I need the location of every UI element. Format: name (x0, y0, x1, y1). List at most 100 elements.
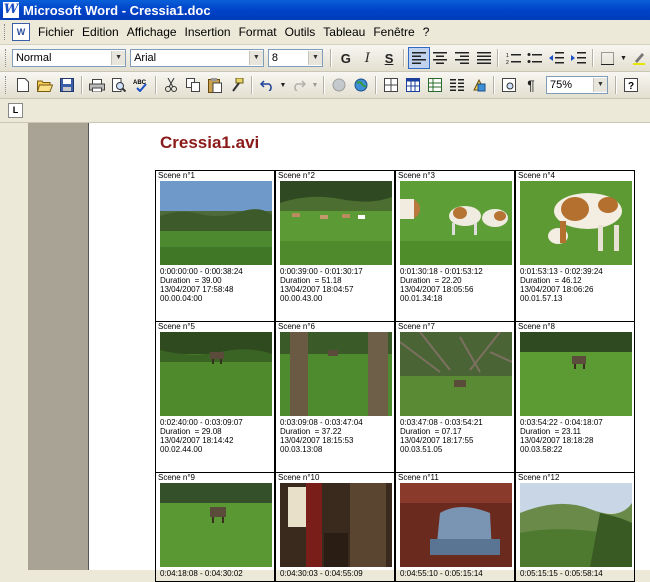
menu-outils[interactable]: Outils (281, 25, 320, 39)
scene-range: 0:05:15:15 - 0:05:58:14 (520, 569, 603, 578)
undo-button[interactable] (256, 74, 278, 96)
increase-indent-button[interactable] (567, 47, 589, 69)
zoom-dropdown[interactable]: 75% ▼ (546, 76, 608, 94)
scene-cell: Scene n°7 0:03:47:08 - 0:03:54:21 Durati… (395, 321, 515, 473)
font-dropdown[interactable]: Arial ▼ (130, 49, 264, 67)
menu-insertion[interactable]: Insertion (181, 25, 235, 39)
chevron-down-icon[interactable]: ▼ (310, 74, 320, 96)
toolbar-grip[interactable] (5, 76, 9, 94)
insert-table-button[interactable] (402, 74, 424, 96)
scene-thumbnail-cows-field (280, 181, 392, 265)
scene-time: 00.03.58:22 (520, 445, 563, 454)
justify-icon (476, 52, 491, 64)
bold-button[interactable]: G (335, 47, 357, 69)
spelling-button[interactable]: ABC (130, 74, 152, 96)
svg-text:2: 2 (506, 60, 509, 64)
save-button[interactable] (56, 74, 78, 96)
paste-button[interactable] (204, 74, 226, 96)
menu-tableau[interactable]: Tableau (319, 25, 369, 39)
document-page[interactable]: Cressia1.avi Scene n°1 0:00:00:00 - 0:00… (88, 123, 650, 582)
print-button[interactable] (86, 74, 108, 96)
scene-label: Scene n°11 (398, 473, 439, 482)
menu-fenetre[interactable]: Fenêtre (369, 25, 418, 39)
floppy-disk-icon (60, 78, 74, 92)
separator (329, 49, 332, 67)
copy-button[interactable] (182, 74, 204, 96)
scene-label: Scene n°7 (398, 322, 436, 331)
drawing-button[interactable] (468, 74, 490, 96)
drawing-icon (473, 78, 486, 92)
scene-label: Scene n°12 (518, 473, 560, 482)
chevron-down-icon[interactable]: ▼ (111, 51, 126, 65)
word-app-icon[interactable]: W (3, 2, 19, 18)
document-map-icon (502, 78, 516, 92)
scene-cell: Scene n°11 0:04:55:10 - 0:05:15:14 (395, 472, 515, 582)
separator (591, 49, 594, 67)
menu-help[interactable]: ? (419, 25, 434, 39)
insert-hyperlink-button[interactable] (328, 74, 350, 96)
chevron-down-icon[interactable]: ▼ (248, 51, 263, 65)
style-dropdown[interactable]: Normal ▼ (11, 49, 127, 67)
scene-thumbnail-forest (280, 332, 392, 416)
highlight-button[interactable] (628, 47, 650, 69)
print-preview-icon (112, 78, 126, 92)
cut-button[interactable] (160, 74, 182, 96)
toolbar-grip[interactable] (5, 49, 9, 67)
new-document-button[interactable] (12, 74, 34, 96)
svg-text:1: 1 (506, 53, 509, 59)
chevron-down-icon[interactable]: ▼ (619, 47, 629, 69)
insert-excel-button[interactable] (424, 74, 446, 96)
scene-thumbnail-landscape (160, 181, 272, 265)
columns-button[interactable] (446, 74, 468, 96)
italic-button[interactable]: I (357, 47, 379, 69)
web-toolbar-button[interactable] (350, 74, 372, 96)
scene-label: Scene n°1 (158, 171, 196, 180)
tables-borders-button[interactable] (380, 74, 402, 96)
table-draw-icon (384, 78, 398, 92)
underline-button[interactable]: S (378, 47, 400, 69)
menubar-grip[interactable] (4, 24, 8, 40)
separator (375, 76, 377, 94)
open-button[interactable] (34, 74, 56, 96)
svg-text:?: ? (628, 81, 634, 92)
scene-label: Scene n°6 (278, 322, 316, 331)
separator (402, 49, 405, 67)
align-center-button[interactable] (430, 47, 452, 69)
menu-edition[interactable]: Edition (78, 25, 123, 39)
separator (615, 76, 617, 94)
document-map-button[interactable] (498, 74, 520, 96)
format-painter-button[interactable] (226, 74, 248, 96)
scene-thumbnail-chair (400, 483, 512, 567)
borders-icon (601, 51, 615, 65)
document-menu-icon[interactable]: W (12, 23, 30, 41)
scene-cell: Scene n°10 0:04:30:03 - 0:04:55:09 (275, 472, 395, 582)
scene-thumbnail-valley (520, 483, 632, 567)
chevron-down-icon[interactable]: ▼ (278, 74, 288, 96)
numbering-button[interactable]: 12 (502, 47, 524, 69)
menu-fichier[interactable]: Fichier (34, 25, 78, 39)
borders-button[interactable] (597, 47, 619, 69)
help-button[interactable]: ? (620, 74, 642, 96)
font-size-dropdown[interactable]: 8 ▼ (267, 49, 323, 67)
highlighter-icon (633, 53, 646, 65)
justify-button[interactable] (473, 47, 495, 69)
menu-format[interactable]: Format (235, 25, 281, 39)
redo-button[interactable] (288, 74, 310, 96)
bullets-button[interactable] (524, 47, 546, 69)
chevron-down-icon[interactable]: ▼ (307, 51, 322, 65)
chevron-down-icon[interactable]: ▼ (593, 78, 607, 92)
spreadsheet-icon (428, 78, 442, 92)
print-preview-button[interactable] (108, 74, 130, 96)
separator (493, 76, 495, 94)
vertical-ruler (0, 123, 28, 570)
globe-icon (354, 78, 368, 92)
align-left-button[interactable] (407, 47, 430, 69)
align-right-button[interactable] (451, 47, 473, 69)
tab-selector[interactable]: L (8, 103, 23, 118)
scene-time: 00.03.51.05 (400, 445, 443, 454)
scene-cell: Scene n°5 0:02:40:00 - 0:03:09:07 Durati… (155, 321, 275, 473)
menu-affichage[interactable]: Affichage (123, 25, 181, 39)
separator (155, 76, 157, 94)
decrease-indent-button[interactable] (546, 47, 568, 69)
show-formatting-button[interactable]: ¶ (520, 74, 542, 96)
